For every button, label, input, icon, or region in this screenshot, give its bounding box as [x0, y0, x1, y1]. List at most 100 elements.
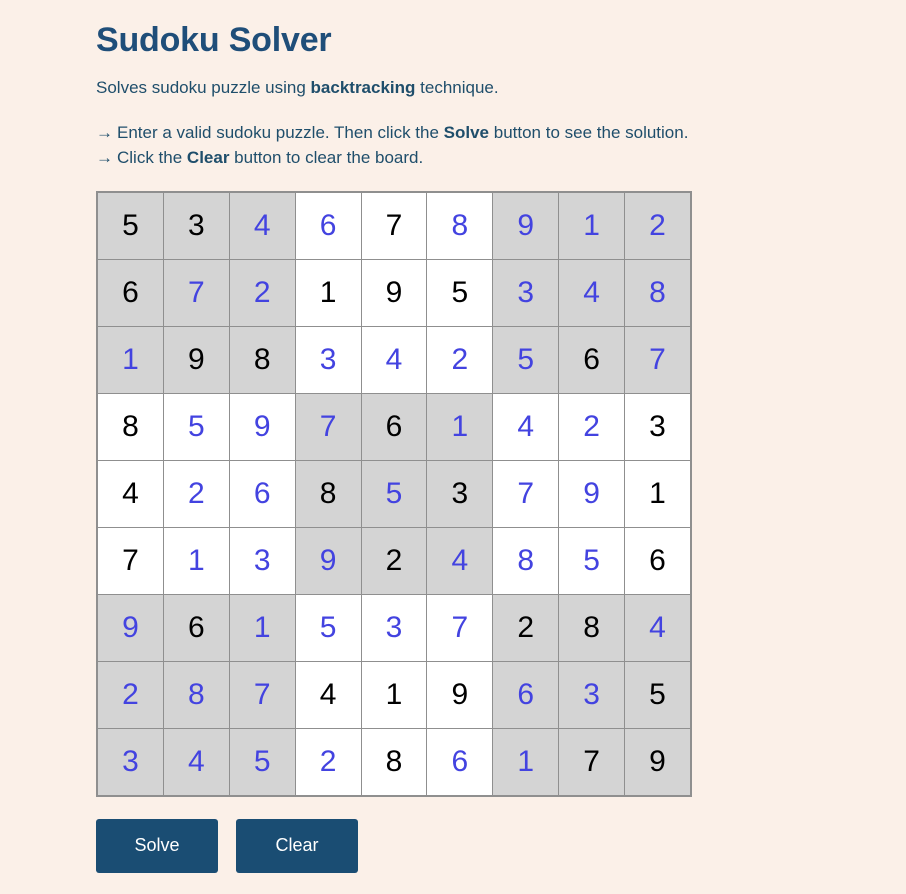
- sudoku-cell-r5-c6[interactable]: 3: [426, 459, 494, 528]
- sudoku-cell-r5-c4[interactable]: 8: [294, 459, 362, 528]
- sudoku-cell-r7-c1[interactable]: 9: [97, 593, 164, 662]
- cell-value: 5: [451, 275, 469, 309]
- sudoku-cell-r4-c7[interactable]: 4: [492, 392, 560, 461]
- sudoku-cell-r6-c5[interactable]: 2: [360, 526, 428, 595]
- sudoku-cell-r2-c5[interactable]: 9: [360, 258, 428, 327]
- clear-button[interactable]: Clear: [236, 818, 358, 873]
- sudoku-grid-body: 5346789126721953481983425678597614234268…: [97, 191, 691, 796]
- cell-value: 4: [187, 744, 205, 778]
- sudoku-cell-r3-c1[interactable]: 1: [97, 325, 164, 394]
- sudoku-cell-r6-c2[interactable]: 1: [162, 526, 230, 595]
- sudoku-cell-r6-c4[interactable]: 9: [294, 526, 362, 595]
- cell-value: 7: [451, 610, 469, 644]
- sudoku-cell-r6-c1[interactable]: 7: [97, 526, 164, 595]
- sudoku-cell-r2-c4[interactable]: 1: [294, 258, 362, 327]
- sudoku-cell-r1-c5[interactable]: 7: [360, 191, 428, 260]
- sudoku-cell-r9-c7[interactable]: 1: [492, 727, 560, 796]
- sudoku-cell-r7-c8[interactable]: 8: [558, 593, 625, 662]
- sudoku-row: 5 3 4 6 7 8 9 1 2: [97, 191, 691, 260]
- sudoku-cell-r4-c3[interactable]: 9: [228, 392, 296, 461]
- sudoku-cell-r3-c2[interactable]: 9: [162, 325, 230, 394]
- cell-value: 6: [187, 610, 205, 644]
- sudoku-cell-r8-c9[interactable]: 5: [624, 660, 691, 729]
- sudoku-cell-r3-c5[interactable]: 4: [360, 325, 428, 394]
- sudoku-cell-r5-c9[interactable]: 1: [624, 459, 691, 528]
- sudoku-cell-r1-c4[interactable]: 6: [294, 191, 362, 260]
- sudoku-cell-r9-c2[interactable]: 4: [162, 727, 230, 796]
- sudoku-cell-r3-c7[interactable]: 5: [492, 325, 560, 394]
- sudoku-cell-r2-c6[interactable]: 5: [426, 258, 494, 327]
- sudoku-cell-r4-c6[interactable]: 1: [426, 392, 494, 461]
- sudoku-cell-r6-c9[interactable]: 6: [624, 526, 691, 595]
- sudoku-cell-r2-c2[interactable]: 7: [162, 258, 230, 327]
- cell-value: 9: [187, 342, 205, 376]
- sudoku-cell-r1-c8[interactable]: 1: [558, 191, 625, 260]
- sudoku-cell-r4-c8[interactable]: 2: [558, 392, 625, 461]
- sudoku-cell-r9-c9[interactable]: 9: [624, 727, 691, 796]
- sudoku-cell-r2-c1[interactable]: 6: [97, 258, 164, 327]
- sudoku-cell-r5-c1[interactable]: 4: [97, 459, 164, 528]
- sudoku-cell-r1-c9[interactable]: 2: [624, 191, 691, 260]
- sudoku-cell-r5-c5[interactable]: 5: [360, 459, 428, 528]
- sudoku-cell-r8-c6[interactable]: 9: [426, 660, 494, 729]
- sudoku-cell-r6-c8[interactable]: 5: [558, 526, 625, 595]
- sudoku-cell-r5-c7[interactable]: 7: [492, 459, 560, 528]
- sudoku-cell-r2-c7[interactable]: 3: [492, 258, 560, 327]
- sudoku-cell-r1-c3[interactable]: 4: [228, 191, 296, 260]
- sudoku-cell-r2-c9[interactable]: 8: [624, 258, 691, 327]
- cell-value: 4: [451, 543, 469, 577]
- sudoku-cell-r6-c6[interactable]: 4: [426, 526, 494, 595]
- sudoku-cell-r5-c8[interactable]: 9: [558, 459, 625, 528]
- cell-value: 1: [187, 543, 205, 577]
- sudoku-cell-r3-c4[interactable]: 3: [294, 325, 362, 394]
- sudoku-cell-r3-c8[interactable]: 6: [558, 325, 625, 394]
- sudoku-row: 7 1 3 9 2 4 8 5 6: [97, 526, 691, 595]
- sudoku-cell-r9-c8[interactable]: 7: [558, 727, 625, 796]
- sudoku-cell-r5-c2[interactable]: 2: [162, 459, 230, 528]
- sudoku-cell-r1-c7[interactable]: 9: [492, 191, 560, 260]
- sudoku-cell-r7-c2[interactable]: 6: [162, 593, 230, 662]
- sudoku-cell-r7-c5[interactable]: 3: [360, 593, 428, 662]
- sudoku-cell-r8-c8[interactable]: 3: [558, 660, 625, 729]
- sudoku-cell-r3-c9[interactable]: 7: [624, 325, 691, 394]
- sudoku-cell-r8-c1[interactable]: 2: [97, 660, 164, 729]
- sudoku-cell-r4-c2[interactable]: 5: [162, 392, 230, 461]
- sudoku-cell-r7-c3[interactable]: 1: [228, 593, 296, 662]
- sudoku-cell-r4-c5[interactable]: 6: [360, 392, 428, 461]
- cell-value: 3: [253, 543, 271, 577]
- sudoku-board[interactable]: 5346789126721953481983425678597614234268…: [96, 190, 692, 797]
- sudoku-cell-r2-c3[interactable]: 2: [228, 258, 296, 327]
- sudoku-cell-r4-c4[interactable]: 7: [294, 392, 362, 461]
- arrow-icon: →: [96, 123, 113, 143]
- sudoku-cell-r5-c3[interactable]: 6: [228, 459, 296, 528]
- sudoku-cell-r8-c4[interactable]: 4: [294, 660, 362, 729]
- sudoku-cell-r9-c3[interactable]: 5: [228, 727, 296, 796]
- sudoku-cell-r9-c4[interactable]: 2: [294, 727, 362, 796]
- sudoku-cell-r7-c4[interactable]: 5: [294, 593, 362, 662]
- sudoku-cell-r7-c7[interactable]: 2: [492, 593, 560, 662]
- sudoku-cell-r1-c2[interactable]: 3: [162, 191, 230, 260]
- sudoku-cell-r9-c6[interactable]: 6: [426, 727, 494, 796]
- sudoku-cell-r9-c5[interactable]: 8: [360, 727, 428, 796]
- cell-value: 8: [385, 744, 403, 778]
- sudoku-cell-r2-c8[interactable]: 4: [558, 258, 625, 327]
- sudoku-cell-r8-c3[interactable]: 7: [228, 660, 296, 729]
- solve-button[interactable]: Solve: [96, 818, 218, 873]
- sudoku-cell-r6-c3[interactable]: 3: [228, 526, 296, 595]
- cell-value: 6: [122, 275, 139, 309]
- sudoku-cell-r1-c6[interactable]: 8: [426, 191, 494, 260]
- sudoku-cell-r8-c5[interactable]: 1: [360, 660, 428, 729]
- cell-value: 4: [649, 610, 666, 644]
- sudoku-cell-r7-c9[interactable]: 4: [624, 593, 691, 662]
- sudoku-cell-r3-c3[interactable]: 8: [228, 325, 296, 394]
- sudoku-cell-r7-c6[interactable]: 7: [426, 593, 494, 662]
- sudoku-cell-r9-c1[interactable]: 3: [97, 727, 164, 796]
- sudoku-cell-r6-c7[interactable]: 8: [492, 526, 560, 595]
- sudoku-cell-r1-c1[interactable]: 5: [97, 191, 164, 260]
- sudoku-cell-r4-c1[interactable]: 8: [97, 392, 164, 461]
- sudoku-cell-r4-c9[interactable]: 3: [624, 392, 691, 461]
- sudoku-cell-r3-c6[interactable]: 2: [426, 325, 494, 394]
- cell-value: 4: [122, 476, 139, 510]
- sudoku-cell-r8-c2[interactable]: 8: [162, 660, 230, 729]
- sudoku-cell-r8-c7[interactable]: 6: [492, 660, 560, 729]
